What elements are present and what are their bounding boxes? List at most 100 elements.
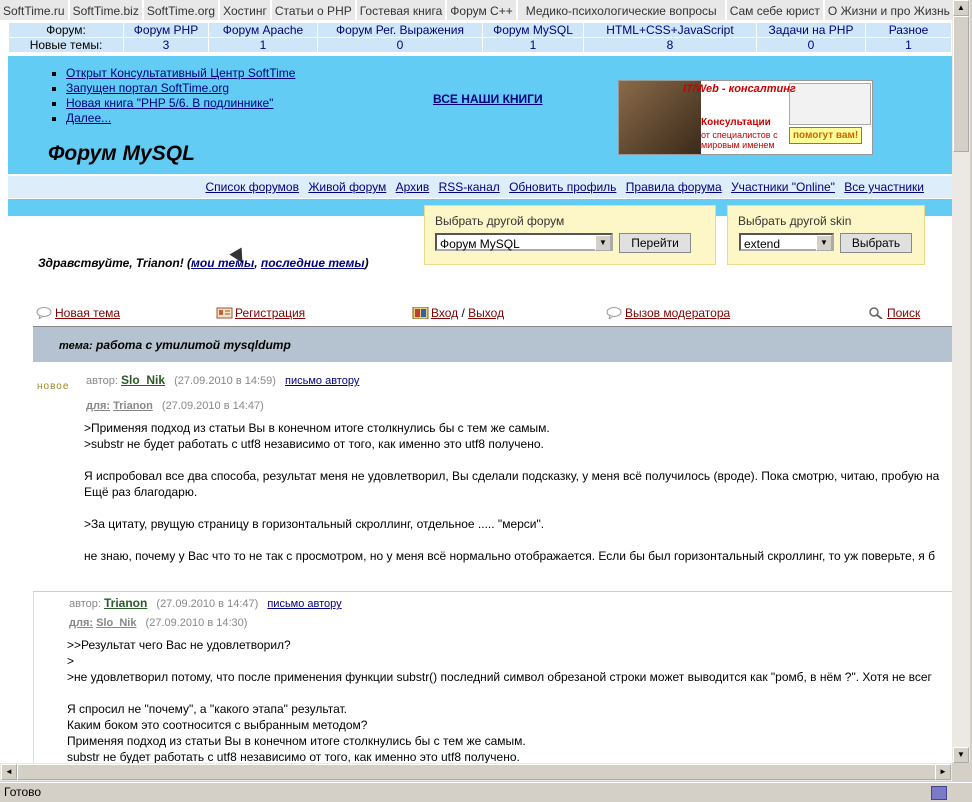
greeting-sep: , [254,256,261,270]
reply-to-date: (27.09.2010 в 14:47) [161,400,264,412]
nav-link-all-users[interactable]: Все участники [844,180,924,194]
logout-link[interactable]: Выход [468,306,504,320]
topic-prefix: тема: [59,340,93,352]
nav-link-live-forum[interactable]: Живой форум [308,180,386,194]
mail-author-link[interactable]: письмо автору [267,598,341,610]
post-meta: автор: Trianon (27.09.2010 в 14:47) пись… [69,596,342,610]
register-link[interactable]: Регистрация [235,306,305,320]
forum-post: автор: Trianon (27.09.2010 в 14:47) пись… [33,592,952,763]
news-list: Открыт Консультативный Центр SoftTime За… [48,66,295,126]
post-meta: автор: Slo_Nik (27.09.2010 в 14:59) пись… [86,373,359,387]
chevron-down-icon[interactable]: ▼ [595,235,611,251]
stats-row-label: Новые темы: [8,37,124,53]
login-icon [412,306,429,320]
skin-select-box: Выбрать другой skin extend ▼ Выбрать [727,205,925,265]
ad-cta: помогут вам! [789,127,863,144]
browser-viewport: SoftTime.ru SoftTime.biz SoftTime.org Хости… [0,0,952,763]
nav-link-rules[interactable]: Правила форума [626,180,722,194]
stats-forum-link[interactable]: Задачи на PHP [756,22,866,38]
reply-to-user-link[interactable]: Trianon [113,400,153,412]
login-link[interactable]: Вход [431,306,458,320]
stats-count: 0 [317,37,483,53]
new-topic-link[interactable]: Новая тема [55,306,120,320]
top-link[interactable]: Форум С++ [447,0,517,20]
new-topic-action: Новая тема [36,306,120,321]
reply-to-prefix: для: [69,617,94,629]
forum-select-value: Форум MySQL [440,237,520,251]
top-link[interactable]: Хостинг [220,0,271,20]
top-link[interactable]: О Жизни и про Жизнь [824,0,952,20]
greeting: Здравствуйте, Trianon! (мои темы, послед… [38,256,369,270]
post-body: >>Результат чего Вас не удовлетворил? > … [67,638,932,763]
forum-actions-bar: Новая тема Регистрация Вход / Выход Вызо… [34,304,926,324]
stats-forum-link[interactable]: Форум PHP [123,22,209,38]
login-sep: / [458,306,469,320]
stats-count: 3 [123,37,209,53]
nav-link-forum-list[interactable]: Список форумов [205,180,299,194]
nav-link-online-users[interactable]: Участники "Online" [731,180,835,194]
reply-to-user-link[interactable]: Slo_Nik [96,617,136,629]
topic-title: работа с утилитой mysqldump [96,338,291,352]
forum-post: новое автор: Slo_Nik (27.09.2010 в 14:59… [33,363,952,592]
nav-link-rss[interactable]: RSS-канал [439,180,500,194]
ad-sketch-image [789,83,871,125]
all-books-link[interactable]: ВСЕ НАШИ КНИГИ [433,92,543,106]
post-author-link[interactable]: Slo_Nik [121,373,165,387]
vertical-scrollbar[interactable]: ▲ ▼ [952,0,970,763]
forum-select-label: Выбрать другой форум [435,214,565,228]
stats-forum-link[interactable]: Форум MySQL [482,22,584,38]
scroll-up-arrow-icon[interactable]: ▲ [953,0,969,16]
stats-count: 1 [482,37,584,53]
apply-skin-button[interactable]: Выбрать [840,233,912,253]
top-link[interactable]: Сам себе юрист [726,0,824,20]
last-topics-link[interactable]: последние темы [261,256,365,270]
stats-row-label: Форум: [8,22,124,38]
status-bar: Готово [0,782,972,802]
scroll-right-arrow-icon[interactable]: ► [935,764,951,780]
news-link[interactable]: Запущен портал SoftTime.org [66,81,229,95]
consulting-ad-banner[interactable]: IT/Web - консалтинг Консультации от спец… [618,80,873,155]
top-link[interactable]: Медико-психологические вопросы [517,0,726,20]
stats-forum-link[interactable]: HTML+CSS+JavaScript [583,22,757,38]
greeting-text: Здравствуйте, Trianon! ( [38,256,192,270]
nav-link-archive[interactable]: Архив [396,180,430,194]
post-author-link[interactable]: Trianon [104,596,147,610]
top-link[interactable]: Гостевая книга [356,0,447,20]
nav-link-update-profile[interactable]: Обновить профиль [509,180,616,194]
scroll-down-arrow-icon[interactable]: ▼ [953,747,969,763]
news-item: Далее... [66,111,295,126]
ad-headline: IT/Web - консалтинг [683,83,796,95]
top-link[interactable]: SoftTime.org [143,0,220,20]
stats-forum-link[interactable]: Разное [865,22,952,38]
call-moderator-link[interactable]: Вызов модератора [625,306,730,320]
chevron-down-icon[interactable]: ▼ [816,235,832,251]
scroll-left-arrow-icon[interactable]: ◄ [1,764,17,780]
mail-author-link[interactable]: письмо автору [285,375,359,387]
go-forum-button[interactable]: Перейти [619,233,691,253]
forum-nav-bar: Список форумов Живой форум Архив RSS-кан… [8,176,952,198]
speech-bubble-icon [36,307,53,321]
vertical-scroll-thumb[interactable] [953,16,969,152]
post-reply-to: для: Trianon (27.09.2010 в 14:47) [86,400,264,412]
news-item: Открыт Консультативный Центр SoftTime [66,66,295,81]
stats-count: 1 [865,37,952,53]
stats-forum-link[interactable]: Форум Apache [208,22,318,38]
news-link[interactable]: Открыт Консультативный Центр SoftTime [66,66,295,80]
search-link[interactable]: Поиск [887,306,920,320]
horizontal-scrollbar[interactable]: ◄ ► [0,763,952,781]
author-prefix: автор: [86,375,118,387]
horizontal-scroll-thumb[interactable] [17,764,937,780]
top-link[interactable]: SoftTime.biz [69,0,143,20]
status-text: Готово [4,785,42,799]
news-link[interactable]: Новая книга "PHP 5/6. В подлиннике" [66,96,273,110]
site-banner: Открыт Консультативный Центр SoftTime За… [8,56,952,174]
forum-stats-table: Форум: Форум PHP Форум Apache Форум Рег.… [8,22,952,53]
news-item: Новая книга "PHP 5/6. В подлиннике" [66,96,295,111]
stats-forum-link[interactable]: Форум Рег. Выражения [317,22,483,38]
top-link[interactable]: SoftTime.ru [0,0,69,20]
news-link[interactable]: Далее... [66,111,111,125]
skin-select[interactable]: extend ▼ [739,233,834,251]
top-link[interactable]: Статьи о PHP [271,0,356,20]
forum-select[interactable]: Форум MySQL ▼ [435,233,613,251]
skin-select-label: Выбрать другой skin [738,214,852,228]
